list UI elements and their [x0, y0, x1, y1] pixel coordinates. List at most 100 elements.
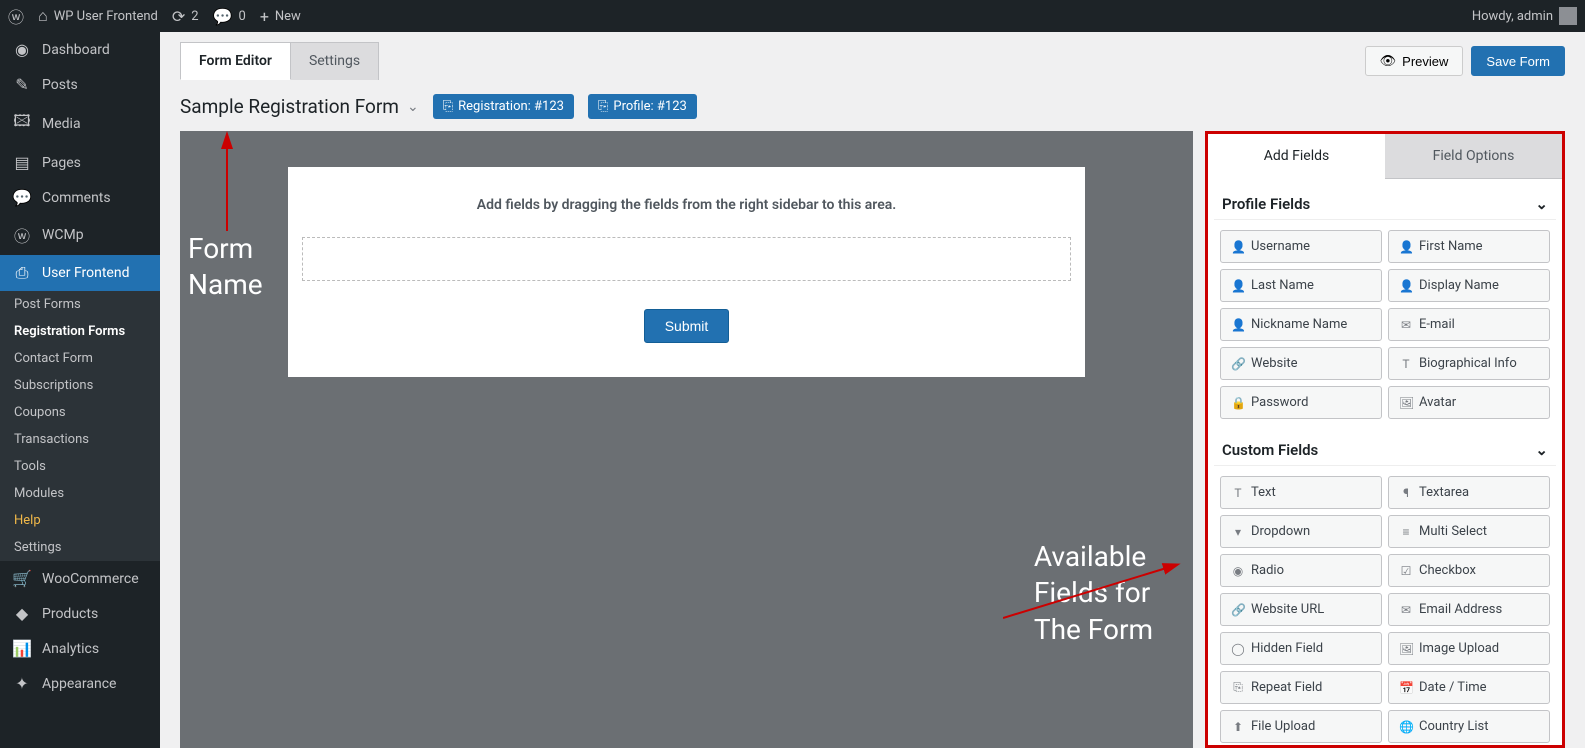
- menu-appearance[interactable]: ✦Appearance: [0, 666, 160, 701]
- field-e-mail[interactable]: ✉E-mail: [1388, 308, 1550, 341]
- field-website[interactable]: 🔗Website: [1220, 347, 1382, 380]
- field-icon: ⬆: [1231, 720, 1245, 734]
- field-icon: T: [1399, 357, 1413, 371]
- field-dropdown[interactable]: ▾Dropdown: [1220, 515, 1382, 548]
- annotation-available-fields: Available Fields for The Form: [1034, 539, 1153, 648]
- arrow-icon: [215, 131, 245, 241]
- comments[interactable]: 💬0: [213, 7, 246, 26]
- submenu-coupons[interactable]: Coupons: [0, 399, 160, 426]
- admin-menu: ◉Dashboard✎Posts🖾Media▤Pages💬CommentsⓦWC…: [0, 32, 160, 748]
- field-display-name[interactable]: 👤Display Name: [1388, 269, 1550, 302]
- field-icon: T: [1231, 486, 1245, 500]
- field-icon: 👤: [1231, 240, 1245, 254]
- field-multi-select[interactable]: ≡Multi Select: [1388, 515, 1550, 548]
- wp-logo[interactable]: ⓦ: [8, 4, 24, 28]
- field-first-name[interactable]: 👤First Name: [1388, 230, 1550, 263]
- menu-icon: ⓦ: [12, 223, 32, 247]
- chevron-down-icon: ⌄: [1535, 195, 1548, 213]
- form-tabs: Form Editor Settings: [180, 42, 379, 80]
- menu-pages[interactable]: ▤Pages: [0, 145, 160, 180]
- save-form-button[interactable]: Save Form: [1471, 46, 1565, 76]
- field-nickname-name[interactable]: 👤Nickname Name: [1220, 308, 1382, 341]
- registration-badge[interactable]: ⎘Registration: #123: [433, 94, 574, 119]
- field-username[interactable]: 👤Username: [1220, 230, 1382, 263]
- menu-icon: ◆: [12, 604, 32, 623]
- section-custom[interactable]: Custom Fields⌄: [1214, 435, 1556, 466]
- field-website-url[interactable]: 🔗Website URL: [1220, 593, 1382, 626]
- menu-media[interactable]: 🖾Media: [0, 102, 160, 145]
- chevron-down-icon: ⌄: [1535, 441, 1548, 459]
- drop-zone[interactable]: [302, 237, 1071, 281]
- field-textarea[interactable]: ¶Textarea: [1388, 476, 1550, 509]
- menu-user-frontend[interactable]: ⎙User Frontend: [0, 255, 160, 291]
- field-radio[interactable]: ◉Radio: [1220, 554, 1382, 587]
- menu-analytics[interactable]: 📊Analytics: [0, 631, 160, 666]
- submit-button[interactable]: Submit: [644, 309, 730, 343]
- field-password[interactable]: 🔒Password: [1220, 386, 1382, 419]
- submenu-contact-form[interactable]: Contact Form: [0, 345, 160, 372]
- menu-wcmp[interactable]: ⓦWCMp: [0, 215, 160, 255]
- field-avatar[interactable]: 🖼Avatar: [1388, 386, 1550, 419]
- admin-bar: ⓦ ⌂WP User Frontend ⟳2 💬0 +New Howdy, ad…: [0, 0, 1585, 32]
- menu-icon: 🛒: [12, 569, 32, 588]
- submenu-registration-forms[interactable]: Registration Forms: [0, 318, 160, 345]
- submenu-help[interactable]: Help: [0, 507, 160, 534]
- submenu-settings[interactable]: Settings: [0, 534, 160, 561]
- submenu-subscriptions[interactable]: Subscriptions: [0, 372, 160, 399]
- panel-tab-add-fields[interactable]: Add Fields: [1208, 134, 1385, 179]
- field-icon: 👤: [1231, 318, 1245, 332]
- field-icon: 🔗: [1231, 603, 1245, 617]
- menu-icon: ▤: [12, 153, 32, 172]
- updates[interactable]: ⟳2: [172, 7, 199, 26]
- submenu-post-forms[interactable]: Post Forms: [0, 291, 160, 318]
- field-last-name[interactable]: 👤Last Name: [1220, 269, 1382, 302]
- field-icon: 👤: [1399, 240, 1413, 254]
- menu-icon: 💬: [12, 188, 32, 207]
- tab-settings[interactable]: Settings: [290, 42, 379, 80]
- annotation-form-name: Form Name: [188, 231, 263, 304]
- canvas-hint: Add fields by dragging the fields from t…: [302, 197, 1071, 213]
- menu-icon: ✎: [12, 75, 32, 94]
- panel-tab-field-options[interactable]: Field Options: [1385, 134, 1562, 179]
- form-canvas-area: Add fields by dragging the fields from t…: [180, 131, 1193, 748]
- field-panel: Add Fields Field Options Profile Fields⌄…: [1205, 131, 1565, 748]
- field-date-time[interactable]: 📅Date / Time: [1388, 671, 1550, 704]
- menu-icon: 🖾: [12, 110, 32, 137]
- preview-button[interactable]: 👁Preview: [1365, 46, 1464, 76]
- site-name[interactable]: ⌂WP User Frontend: [38, 6, 158, 26]
- submenu-tools[interactable]: Tools: [0, 453, 160, 480]
- field-icon: ✉: [1399, 603, 1413, 617]
- menu-dashboard[interactable]: ◉Dashboard: [0, 32, 160, 67]
- field-icon: ◯: [1231, 642, 1245, 656]
- menu-posts[interactable]: ✎Posts: [0, 67, 160, 102]
- field-hidden-field[interactable]: ◯Hidden Field: [1220, 632, 1382, 665]
- section-profile[interactable]: Profile Fields⌄: [1214, 189, 1556, 220]
- field-biographical-info[interactable]: TBiographical Info: [1388, 347, 1550, 380]
- form-canvas[interactable]: Add fields by dragging the fields from t…: [288, 167, 1085, 377]
- field-country-list[interactable]: 🌐Country List: [1388, 710, 1550, 743]
- profile-badge[interactable]: ⎘Profile: #123: [588, 94, 697, 119]
- field-image-upload[interactable]: 🖼Image Upload: [1388, 632, 1550, 665]
- panel-body[interactable]: Profile Fields⌄ 👤Username👤First Name👤Last…: [1208, 179, 1562, 745]
- field-icon: ≡: [1399, 525, 1413, 539]
- menu-woocommerce[interactable]: 🛒WooCommerce: [0, 561, 160, 596]
- tab-form-editor[interactable]: Form Editor: [180, 42, 291, 80]
- field-icon: 📅: [1399, 681, 1413, 695]
- menu-products[interactable]: ◆Products: [0, 596, 160, 631]
- field-icon: ✉: [1399, 318, 1413, 332]
- field-file-upload[interactable]: ⬆File Upload: [1220, 710, 1382, 743]
- field-email-address[interactable]: ✉Email Address: [1388, 593, 1550, 626]
- field-text[interactable]: TText: [1220, 476, 1382, 509]
- menu-comments[interactable]: 💬Comments: [0, 180, 160, 215]
- field-icon: ☑: [1399, 564, 1413, 578]
- submenu-modules[interactable]: Modules: [0, 480, 160, 507]
- field-checkbox[interactable]: ☑Checkbox: [1388, 554, 1550, 587]
- menu-icon: ⎙: [12, 263, 32, 283]
- field-icon: 🔗: [1231, 357, 1245, 371]
- form-title[interactable]: Sample Registration Form ⌄: [180, 95, 419, 118]
- new-content[interactable]: +New: [260, 7, 301, 26]
- submenu-transactions[interactable]: Transactions: [0, 426, 160, 453]
- howdy[interactable]: Howdy, admin: [1472, 7, 1577, 25]
- copy-icon: ⎘: [598, 99, 608, 114]
- field-repeat-field[interactable]: ⎘Repeat Field: [1220, 671, 1382, 704]
